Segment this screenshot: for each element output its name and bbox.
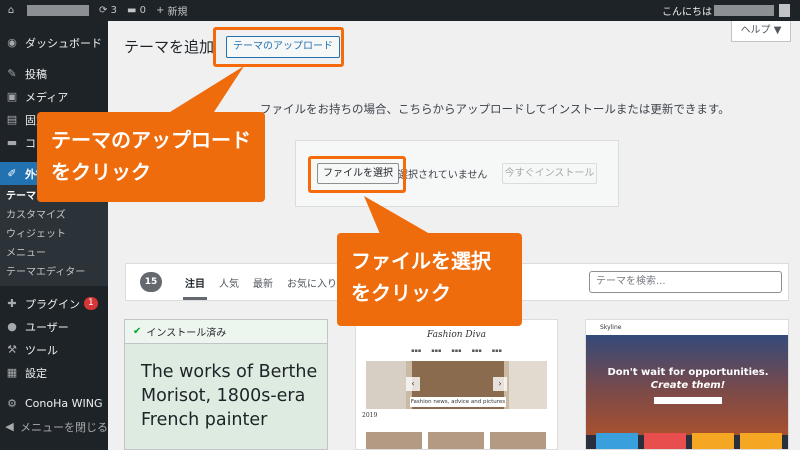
- wrench-icon: ⚒: [7, 343, 17, 356]
- install-now-button[interactable]: 今すぐインストール: [502, 163, 597, 184]
- menu-media-label: メディア: [25, 90, 69, 104]
- account-menu[interactable]: こんにちは: [662, 3, 800, 18]
- home-icon[interactable]: ⌂: [0, 0, 22, 21]
- menu-users-label: ユーザー: [25, 320, 69, 334]
- theme-preview-text: The works of Berthe Morisot, 1800s-era F…: [141, 362, 318, 430]
- help-tab-button[interactable]: ヘルプ ▼: [731, 21, 791, 42]
- submenu-customize[interactable]: カスタマイズ: [0, 206, 108, 225]
- greeting: こんにちは: [662, 7, 712, 18]
- comments-button[interactable]: ▬ 0: [122, 0, 151, 21]
- theme-card-installed[interactable]: ✔ インストール済み The works of Berthe Morisot, …: [124, 319, 328, 450]
- comment-icon: ▬: [126, 5, 137, 16]
- file-highlight-frame: [308, 156, 406, 193]
- settings-icon: ▦: [6, 366, 18, 379]
- tab-popular[interactable]: 人気: [219, 275, 239, 290]
- callout-upload: テーマのアップロード をクリック: [37, 112, 265, 202]
- menu-media[interactable]: ▣ メディア: [0, 85, 108, 108]
- tab-featured[interactable]: 注目: [185, 275, 205, 290]
- tab-latest[interactable]: 最新: [253, 275, 273, 290]
- site-name[interactable]: [22, 0, 94, 21]
- theme-search-input[interactable]: テーマを検索...: [589, 271, 782, 293]
- page-title: テーマを追加: [124, 38, 215, 56]
- plugins-update-badge: 1: [84, 297, 98, 310]
- user-icon: ●: [7, 320, 17, 333]
- site-name-redacted: [27, 5, 89, 16]
- avatar: [779, 4, 790, 17]
- submenu-widgets[interactable]: ウィジェット: [0, 225, 108, 244]
- tab-favorites[interactable]: お気に入り: [287, 275, 337, 290]
- menu-conoha[interactable]: ⚙ ConoHa WING: [0, 392, 108, 415]
- menu-dashboard-label: ダッシュボード: [25, 36, 102, 50]
- theme-card-skyline[interactable]: Skyline Don't wait for opportunities. Cr…: [585, 319, 789, 450]
- skyline-cta-button: [654, 397, 722, 404]
- menu-tools[interactable]: ⚒ ツール: [0, 338, 108, 361]
- fashion-diva-nav: ▪▪▪ ▪▪▪ ▪▪▪ ▪▪▪ ▪▪▪: [411, 348, 502, 354]
- admin-bar: ⌂ ⟳ 3 ▬ 0 + 新規 こんにちは: [0, 0, 800, 21]
- callout-file-line2: をクリック: [351, 281, 451, 305]
- media-icon: ▣: [6, 90, 18, 103]
- callout-pointer-upload: [170, 66, 244, 112]
- menu-posts[interactable]: ✎ 投稿: [0, 62, 108, 85]
- menu-tools-label: ツール: [25, 343, 58, 357]
- menu-posts-label: 投稿: [25, 67, 47, 81]
- photo: [366, 361, 406, 409]
- updates-icon: ⟳: [99, 5, 108, 16]
- fashion-diva-hero: ‹ › Fashion news, advice and pictures: [366, 361, 547, 409]
- plugin-icon: ✚: [7, 297, 17, 310]
- menu-collapse[interactable]: ◀ メニューを閉じる: [0, 415, 108, 438]
- arrow-left-icon: ‹: [406, 377, 420, 391]
- updates-count: 3: [110, 5, 117, 16]
- submenu-menus[interactable]: メニュー: [0, 244, 108, 263]
- collapse-icon: ◀: [5, 420, 14, 433]
- dashboard-icon: ◉: [7, 36, 17, 49]
- menu-conoha-label: ConoHa WING: [25, 397, 103, 410]
- callout-upload-line2: をクリック: [51, 160, 151, 184]
- menu-collapse-label: メニューを閉じる: [20, 420, 108, 434]
- page-icon: ▤: [6, 113, 18, 126]
- skyline-subheadline: Create them!: [650, 380, 726, 391]
- installed-notice: ✔ インストール済み: [125, 320, 327, 344]
- updates-button[interactable]: ⟳ 3: [94, 0, 122, 21]
- menu-dashboard[interactable]: ◉ ダッシュボード: [0, 31, 108, 54]
- callout-file-line1: ファイルを選択: [351, 249, 491, 273]
- skyline-feature-boxes: [596, 433, 782, 449]
- menu-settings[interactable]: ▦ 設定: [0, 361, 108, 384]
- theme-count: 15: [140, 272, 162, 292]
- theme-card-fashion-diva[interactable]: Fashion Diva ▪▪▪ ▪▪▪ ▪▪▪ ▪▪▪ ▪▪▪ ‹ › Fashion…: [355, 319, 558, 450]
- fashion-diva-caption: Fashion news, advice and pictures: [410, 397, 506, 407]
- fashion-diva-title: Fashion Diva: [427, 330, 486, 340]
- skyline-headline: Don't wait for opportunities.: [607, 367, 769, 378]
- fashion-diva-year: 2019: [362, 412, 378, 419]
- skyline-header: Skyline: [586, 320, 788, 335]
- upload-description: ファイルをお持ちの場合、こちらからアップロードしてインストールまたは更新できます…: [260, 102, 730, 116]
- upload-highlight-frame: [213, 27, 344, 67]
- new-label: 新規: [167, 7, 188, 18]
- comments-count: 0: [139, 5, 146, 16]
- pin-icon: ✎: [7, 67, 17, 80]
- plus-icon: +: [155, 5, 165, 16]
- menu-plugins-label: プラグイン: [25, 297, 80, 311]
- gear-icon: ⚙: [7, 397, 17, 410]
- photo: [509, 361, 547, 409]
- check-icon: ✔: [133, 326, 142, 337]
- new-content-button[interactable]: + 新規: [151, 0, 193, 21]
- fashion-diva-thumbnails: [366, 432, 546, 449]
- active-tab-indicator: [183, 297, 207, 300]
- menu-settings-label: 設定: [25, 366, 47, 380]
- installed-label: インストール済み: [146, 328, 227, 339]
- callout-upload-line1: テーマのアップロード: [51, 128, 251, 152]
- menu-plugins[interactable]: ✚ プラグイン 1: [0, 292, 108, 315]
- brush-icon: ✐: [7, 167, 17, 180]
- menu-users[interactable]: ● ユーザー: [0, 315, 108, 338]
- username-redacted: [714, 5, 774, 16]
- callout-file: ファイルを選択 をクリック: [337, 233, 522, 326]
- admin-sidebar: ◉ ダッシュボード ✎ 投稿 ▣ メディア ▤ 固定 ▬ コン ✐ 外観 テーマ カスタマイ…: [0, 21, 108, 450]
- no-file-selected-text: 選択されていません: [398, 170, 488, 181]
- arrow-right-icon: ›: [493, 377, 507, 391]
- comment-icon: ▬: [6, 136, 18, 149]
- submenu-theme-editor[interactable]: テーマエディター: [0, 263, 108, 282]
